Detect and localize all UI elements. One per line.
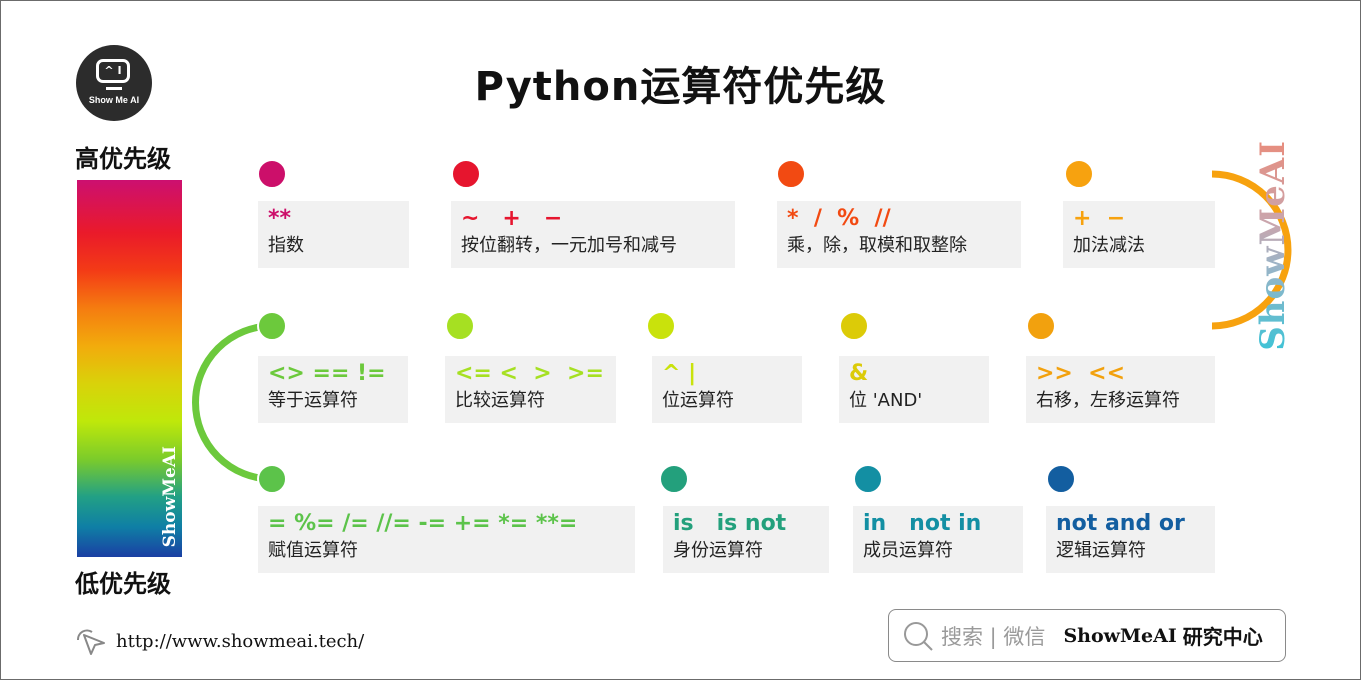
wechat-search-box[interactable]: 搜索 | 微信 ShowMeAI 研究中心 — [888, 609, 1286, 662]
operator-description: 成员运算符 — [863, 540, 953, 561]
operator-description: 比较运算符 — [455, 390, 545, 411]
operator-description: 按位翻转，一元加号和减号 — [461, 235, 677, 256]
search-hint: 搜索 | 微信 — [941, 624, 1046, 649]
operator-symbols: + − — [1073, 206, 1126, 231]
website-url[interactable]: http://www.showmeai.tech/ — [116, 631, 364, 652]
operator-description: 乘，除，取模和取整除 — [787, 235, 967, 256]
website-link[interactable]: http://www.showmeai.tech/ — [74, 626, 364, 656]
search-brand: ShowMeAI — [1063, 624, 1177, 647]
operator-description: 右移，左移运算符 — [1036, 390, 1180, 411]
search-icon — [904, 621, 933, 651]
operator-description: 位运算符 — [662, 390, 734, 411]
side-watermark: ShowMeAI — [1253, 140, 1293, 351]
operator-symbols: & — [849, 361, 869, 386]
operator-symbols: <= < > >= — [455, 361, 604, 386]
operator-symbols: <> == != — [268, 361, 386, 386]
operator-card-6: & 位 'AND' — [839, 356, 989, 423]
operator-card-3: * / % // 乘，除，取模和取整除 — [777, 201, 1021, 268]
level-dot-13 — [1046, 464, 1076, 494]
level-dot-8 — [445, 311, 475, 341]
operator-description: 逻辑运算符 — [1056, 540, 1146, 561]
operator-card-12: in not in 成员运算符 — [853, 506, 1023, 573]
operator-card-4: + − 加法减法 — [1063, 201, 1215, 268]
precedence-track — [192, 159, 1292, 494]
level-dot-6 — [839, 311, 869, 341]
operator-description: 加法减法 — [1073, 235, 1145, 256]
operator-description: 赋值运算符 — [268, 540, 358, 561]
operator-card-9: <> == != 等于运算符 — [258, 356, 408, 423]
operator-symbols: ^ | — [662, 361, 697, 386]
level-dot-5 — [1026, 311, 1056, 341]
level-dot-10 — [257, 464, 287, 494]
level-dot-7 — [646, 311, 676, 341]
operator-card-11: is is not 身份运算符 — [663, 506, 829, 573]
cursor-click-icon — [77, 629, 105, 655]
search-suffix: 研究中心 — [1182, 625, 1263, 649]
operator-description: 指数 — [268, 235, 304, 256]
operator-card-2: ~ + − 按位翻转，一元加号和减号 — [451, 201, 735, 268]
operator-symbols: * / % // — [787, 206, 891, 231]
operator-card-1: ** 指数 — [258, 201, 409, 268]
level-dot-1 — [257, 159, 287, 189]
level-dot-4 — [1064, 159, 1094, 189]
operator-symbols: = %= /= //= -= += *= **= — [268, 511, 578, 536]
operator-description: 身份运算符 — [673, 540, 763, 561]
level-dot-2 — [451, 159, 481, 189]
operator-description: 等于运算符 — [268, 390, 358, 411]
operator-card-13: not and or 逻辑运算符 — [1046, 506, 1215, 573]
operator-symbols: is is not — [673, 511, 787, 536]
level-dot-9 — [257, 311, 287, 341]
level-dot-12 — [853, 464, 883, 494]
operator-symbols: >> << — [1036, 361, 1126, 386]
operator-card-8: <= < > >= 比较运算符 — [445, 356, 616, 423]
operator-symbols: ~ + − — [461, 206, 563, 231]
operator-symbols: in not in — [863, 511, 982, 536]
operator-symbols: ** — [268, 206, 292, 231]
operator-card-7: ^ | 位运算符 — [652, 356, 802, 423]
operator-description: 位 'AND' — [849, 390, 923, 411]
level-dot-11 — [659, 464, 689, 494]
operator-card-5: >> << 右移，左移运算符 — [1026, 356, 1215, 423]
level-dot-3 — [776, 159, 806, 189]
operator-symbols: not and or — [1056, 511, 1185, 536]
operator-card-10: = %= /= //= -= += *= **= 赋值运算符 — [258, 506, 635, 573]
